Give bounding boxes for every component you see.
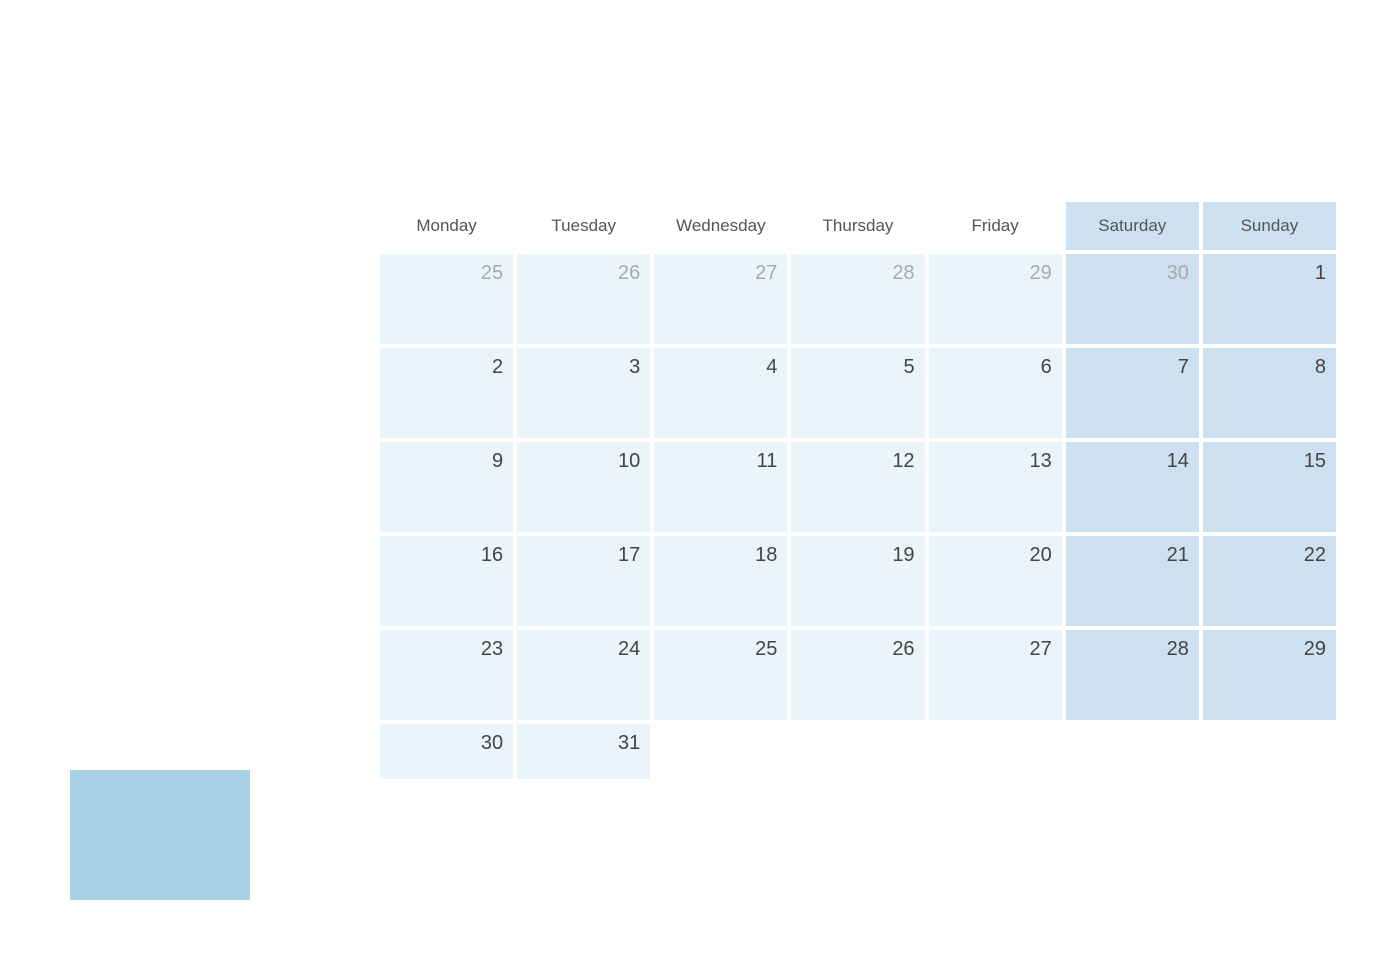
header-cell: Wednesday — [654, 202, 787, 250]
day-number: 12 — [892, 450, 914, 473]
day-cell[interactable]: 13 — [929, 442, 1062, 532]
day-number: 15 — [1304, 450, 1326, 473]
header-cell: Friday — [929, 202, 1062, 250]
month-number-box — [70, 770, 250, 900]
day-number: 22 — [1304, 544, 1326, 567]
day-cell[interactable]: 20 — [929, 536, 1062, 626]
day-number: 31 — [618, 732, 640, 755]
day-cell[interactable]: 28 — [791, 254, 924, 344]
day-cell[interactable] — [791, 724, 924, 779]
day-number: 11 — [757, 450, 778, 473]
day-cell[interactable]: 27 — [929, 630, 1062, 720]
day-number: 2 — [492, 356, 503, 379]
day-cell[interactable]: 6 — [929, 348, 1062, 438]
day-number: 9 — [492, 450, 503, 473]
day-number: 29 — [1304, 638, 1326, 661]
day-cell[interactable]: 1 — [1203, 254, 1336, 344]
day-number: 20 — [1029, 544, 1051, 567]
day-cell[interactable]: 3 — [517, 348, 650, 438]
day-number: 27 — [1029, 638, 1051, 661]
day-cell[interactable]: 4 — [654, 348, 787, 438]
day-cell[interactable]: 18 — [654, 536, 787, 626]
left-panel — [50, 40, 380, 940]
day-number: 28 — [1167, 638, 1189, 661]
day-number: 13 — [1029, 450, 1051, 473]
header-cell: Thursday — [791, 202, 924, 250]
day-number: 18 — [755, 544, 777, 567]
day-number: 27 — [755, 262, 777, 285]
day-cell[interactable]: 5 — [791, 348, 924, 438]
day-number: 30 — [481, 732, 503, 755]
day-cell[interactable]: 29 — [1203, 630, 1336, 720]
day-cell[interactable]: 22 — [1203, 536, 1336, 626]
week-row: 2 3 4 5 6 7 8 — [380, 348, 1336, 438]
day-cell[interactable]: 24 — [517, 630, 650, 720]
day-cell[interactable]: 2 — [380, 348, 513, 438]
day-number: 14 — [1167, 450, 1189, 473]
day-cell[interactable]: 25 — [380, 254, 513, 344]
day-number: 26 — [892, 638, 914, 661]
day-cell[interactable] — [929, 724, 1062, 779]
week-row: 9 10 11 12 13 14 15 — [380, 442, 1336, 532]
header-cell: Saturday — [1066, 202, 1199, 250]
day-number: 8 — [1315, 356, 1326, 379]
day-number: 17 — [618, 544, 640, 567]
day-cell[interactable]: 27 — [654, 254, 787, 344]
day-cell[interactable]: 11 — [654, 442, 787, 532]
day-number: 3 — [629, 356, 640, 379]
day-cell[interactable]: 15 — [1203, 442, 1336, 532]
day-number: 28 — [892, 262, 914, 285]
header-cell: Monday — [380, 202, 513, 250]
day-number: 7 — [1178, 356, 1189, 379]
day-cell[interactable]: 7 — [1066, 348, 1199, 438]
day-cell[interactable]: 19 — [791, 536, 924, 626]
day-number: 4 — [766, 356, 777, 379]
day-number: 25 — [755, 638, 777, 661]
day-cell[interactable]: 8 — [1203, 348, 1336, 438]
day-number: 1 — [1315, 262, 1326, 285]
day-number: 23 — [481, 638, 503, 661]
week-row: 16 17 18 19 20 21 22 — [380, 536, 1336, 626]
day-cell[interactable]: 10 — [517, 442, 650, 532]
calendar-body: 2526272829301234567891011121314151617181… — [380, 254, 1336, 779]
day-cell[interactable]: 16 — [380, 536, 513, 626]
day-number: 6 — [1041, 356, 1052, 379]
day-cell[interactable] — [1203, 724, 1336, 779]
day-number: 16 — [481, 544, 503, 567]
header-cell: Tuesday — [517, 202, 650, 250]
day-number: 26 — [618, 262, 640, 285]
day-number: 24 — [618, 638, 640, 661]
day-cell[interactable]: 30 — [1066, 254, 1199, 344]
day-cell[interactable]: 9 — [380, 442, 513, 532]
day-cell[interactable]: 23 — [380, 630, 513, 720]
day-cell[interactable] — [654, 724, 787, 779]
week-row: 23 24 25 26 27 28 29 — [380, 630, 1336, 720]
day-cell[interactable]: 31 — [517, 724, 650, 779]
day-number: 5 — [903, 356, 914, 379]
day-cell[interactable]: 12 — [791, 442, 924, 532]
week-row: 25 26 27 28 29 30 1 — [380, 254, 1336, 344]
header-row: MondayTuesdayWednesdayThursdayFridaySatu… — [380, 202, 1336, 250]
week-row: 30 31 — [380, 724, 1336, 779]
day-cell[interactable]: 17 — [517, 536, 650, 626]
day-number: 25 — [481, 262, 503, 285]
day-number: 29 — [1029, 262, 1051, 285]
day-cell[interactable]: 26 — [791, 630, 924, 720]
calendar-grid: MondayTuesdayWednesdayThursdayFridaySatu… — [380, 202, 1336, 779]
header-cell: Sunday — [1203, 202, 1336, 250]
day-cell[interactable]: 14 — [1066, 442, 1199, 532]
day-number: 10 — [618, 450, 640, 473]
day-number: 21 — [1167, 544, 1189, 567]
day-cell[interactable]: 28 — [1066, 630, 1199, 720]
day-cell[interactable] — [1066, 724, 1199, 779]
day-number: 19 — [892, 544, 914, 567]
day-cell[interactable]: 21 — [1066, 536, 1199, 626]
day-cell[interactable]: 25 — [654, 630, 787, 720]
day-cell[interactable]: 26 — [517, 254, 650, 344]
day-cell[interactable]: 29 — [929, 254, 1062, 344]
day-cell[interactable]: 30 — [380, 724, 513, 779]
day-number: 30 — [1167, 262, 1189, 285]
calendar-page: MondayTuesdayWednesdayThursdayFridaySatu… — [0, 0, 1386, 980]
